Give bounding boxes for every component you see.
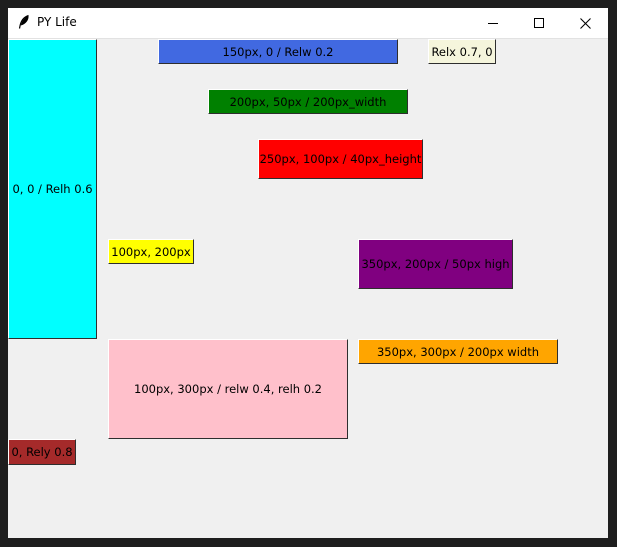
app-window: PY Life 150px, 0 / Relw 0.2 Relx 0.7, 0 …: [8, 8, 608, 538]
label-yellow: 100px, 200px: [108, 239, 194, 264]
minimize-button[interactable]: [470, 8, 516, 38]
window-title: PY Life: [37, 15, 77, 29]
close-button[interactable]: [562, 8, 608, 38]
window-client-area: 150px, 0 / Relw 0.2 Relx 0.7, 0 200px, 5…: [8, 39, 608, 538]
label-red: 250px, 100px / 40px_height: [258, 139, 423, 179]
label-beige: Relx 0.7, 0: [428, 39, 496, 64]
label-brown: 0, Rely 0.8: [8, 439, 76, 465]
label-pink: 100px, 300px / relw 0.4, relh 0.2: [108, 339, 348, 439]
title-bar[interactable]: PY Life: [8, 8, 608, 39]
label-purple: 350px, 200px / 50px high: [358, 239, 513, 289]
feather-icon: [16, 14, 32, 30]
label-cyan: 0, 0 / Relh 0.6: [8, 39, 97, 339]
label-green: 200px, 50px / 200px_width: [208, 89, 408, 114]
maximize-icon: [534, 18, 544, 28]
label-royal-blue: 150px, 0 / Relw 0.2: [158, 39, 398, 64]
close-icon: [579, 17, 591, 29]
minimize-icon: [488, 18, 498, 28]
label-orange: 350px, 300px / 200px width: [358, 339, 558, 364]
maximize-button[interactable]: [516, 8, 562, 38]
